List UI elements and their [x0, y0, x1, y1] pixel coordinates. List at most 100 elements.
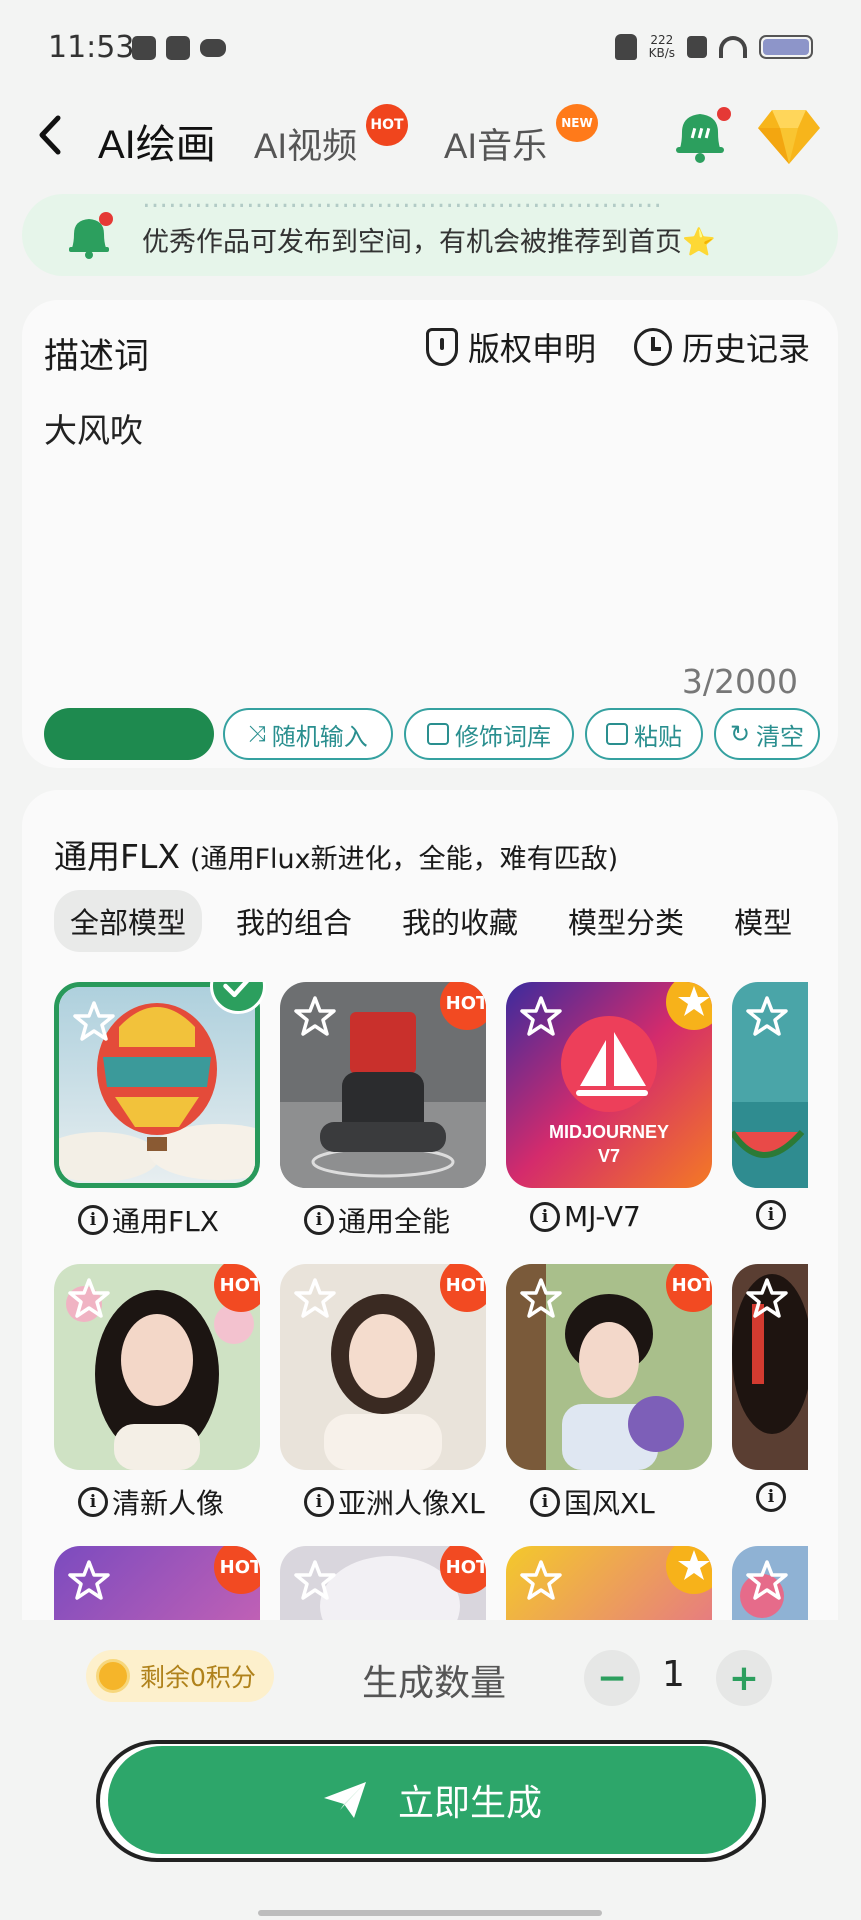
model-caption: i 通用全能 — [280, 1200, 486, 1240]
history-label: 历史记录 — [682, 330, 811, 368]
modifier-library-label: 修饰词库 — [455, 722, 551, 751]
model-thumbnail[interactable]: HOT — [506, 1264, 712, 1470]
model-item-row3-3[interactable] — [506, 1546, 712, 1620]
status-system-icons: 222 KB/s — [614, 34, 813, 60]
model-item-mj[interactable]: MIDJOURNEY V7 i MJ-V7 — [506, 982, 712, 1233]
generate-button-face[interactable]: 立即生成 — [108, 1746, 756, 1854]
star-outline-icon[interactable] — [66, 1276, 112, 1322]
copyright-link[interactable]: 版权申明 — [426, 324, 596, 370]
back-button[interactable] — [28, 110, 78, 160]
model-item-row3-1[interactable]: HOT — [54, 1546, 260, 1620]
info-icon[interactable]: i — [304, 1487, 334, 1517]
modifier-library-button[interactable]: 修饰词库 — [404, 708, 574, 760]
gamepad-icon — [200, 39, 226, 57]
model-item-fresh-portrait[interactable]: HOT i 清新人像 — [54, 1264, 260, 1522]
hot-badge: HOT — [366, 104, 408, 146]
info-icon[interactable]: i — [530, 1487, 560, 1517]
model-item-asian-portrait[interactable]: HOT i 亚洲人像XL — [280, 1264, 486, 1522]
info-icon[interactable]: i — [78, 1487, 108, 1517]
star-outline-icon[interactable] — [71, 999, 117, 1045]
tab-ai-video[interactable]: AI视频 — [254, 118, 357, 169]
model-item-general[interactable]: HOT i 通用全能 — [280, 982, 486, 1240]
mj-logo-line2: V7 — [598, 1146, 620, 1166]
info-icon[interactable]: i — [304, 1205, 334, 1235]
info-icon[interactable]: i — [78, 1205, 108, 1235]
model-thumbnail[interactable]: MIDJOURNEY V7 — [506, 982, 712, 1188]
model-thumbnail[interactable]: HOT — [280, 1546, 486, 1620]
model-label: 亚洲人像XL — [338, 1487, 485, 1520]
mute-icon — [614, 34, 637, 60]
primary-pill-button[interactable] — [44, 708, 214, 760]
model-thumbnail[interactable] — [732, 1546, 808, 1620]
quantity-decrease-button[interactable]: − — [584, 1650, 640, 1706]
info-icon[interactable]: i — [756, 1200, 786, 1230]
tab-my-combos[interactable]: 我的组合 — [220, 890, 368, 952]
prompt-input[interactable]: 大风吹 — [44, 404, 143, 452]
document-icon — [606, 723, 628, 745]
notification-bell-button[interactable] — [668, 102, 732, 166]
model-card: 通用FLX (通用Flux新进化，全能，难有匹敌) 全部模型 我的组合 我的收藏 … — [22, 790, 838, 1620]
star-outline-icon[interactable] — [518, 994, 564, 1040]
star-filled-icon — [678, 986, 710, 1016]
star-outline-icon[interactable] — [744, 1276, 790, 1322]
model-subtitle: (通用Flux新进化，全能，难有匹敌) — [189, 844, 619, 875]
star-outline-icon[interactable] — [744, 994, 790, 1040]
shield-icon — [426, 328, 458, 366]
model-thumbnail[interactable]: HOT — [54, 1546, 260, 1620]
random-input-button[interactable]: ⤨ 随机输入 — [223, 708, 393, 760]
favorite-star-badge — [666, 982, 712, 1030]
star-outline-icon[interactable] — [518, 1558, 564, 1604]
model-thumbnail[interactable]: HOT — [280, 1264, 486, 1470]
clear-label: 清空 — [756, 722, 805, 751]
model-thumbnail[interactable] — [732, 982, 808, 1188]
tab-ai-painting[interactable]: AI绘画 — [98, 112, 216, 170]
top-nav: AI绘画 AI视频 HOT AI音乐 NEW — [0, 100, 861, 195]
tab-ai-music[interactable]: AI音乐 — [444, 118, 547, 169]
favorite-star-badge — [666, 1546, 712, 1594]
star-outline-icon[interactable] — [292, 1558, 338, 1604]
mj-logo-line1: MIDJOURNEY — [549, 1122, 669, 1142]
model-item-row3-2[interactable]: HOT — [280, 1546, 486, 1620]
paste-button[interactable]: 粘贴 — [585, 708, 703, 760]
tab-all-models[interactable]: 全部模型 — [54, 890, 203, 952]
model-item-partial[interactable]: i — [732, 982, 808, 1230]
model-thumbnail[interactable] — [506, 1546, 712, 1620]
notice-banner[interactable]: …………………………………………………… 优秀作品可发布到空间，有机会被推荐到首… — [22, 194, 838, 276]
model-name: 通用FLX — [54, 837, 180, 876]
info-icon[interactable]: i — [756, 1482, 786, 1512]
quantity-increase-button[interactable]: + — [716, 1650, 772, 1706]
model-label: 通用FLX — [112, 1205, 219, 1238]
model-thumbnail[interactable]: HOT — [280, 982, 486, 1188]
star-outline-icon[interactable] — [744, 1558, 790, 1604]
vip-diamond-button[interactable] — [754, 100, 824, 170]
tab-my-favorites[interactable]: 我的收藏 — [386, 890, 534, 952]
tab-model-more[interactable]: 模型 — [718, 890, 808, 952]
model-item-partial-2[interactable]: i — [732, 1264, 808, 1512]
points-label: 剩余0积分 — [140, 1663, 256, 1692]
info-icon[interactable]: i — [530, 1201, 560, 1232]
selected-check-icon — [210, 982, 266, 1014]
generate-button[interactable]: 立即生成 — [96, 1740, 766, 1862]
model-thumbnail[interactable]: HOT — [54, 1264, 260, 1470]
star-outline-icon[interactable] — [292, 994, 338, 1040]
star-outline-icon[interactable] — [292, 1276, 338, 1322]
copyright-label: 版权申明 — [468, 330, 597, 368]
model-item-row3-4[interactable] — [732, 1546, 808, 1620]
clear-button[interactable]: ↻ 清空 — [714, 708, 820, 760]
star-outline-icon[interactable] — [66, 1558, 112, 1604]
notice-text: 优秀作品可发布到空间，有机会被推荐到首页⭐ — [142, 227, 716, 258]
history-link[interactable]: 历史记录 — [634, 324, 810, 370]
shuffle-icon: ⤨ — [248, 721, 266, 747]
model-item-guofeng[interactable]: HOT i 国风XL — [506, 1264, 712, 1522]
model-item-flx[interactable]: i 通用FLX — [54, 982, 266, 1240]
status-notification-icons — [132, 36, 226, 60]
points-badge[interactable]: 剩余0积分 — [86, 1650, 274, 1702]
star-outline-icon[interactable] — [518, 1276, 564, 1322]
minus-icon: − — [596, 1657, 628, 1699]
status-bar: 11:53 222 KB/s — [0, 0, 861, 100]
sim-off-icon — [687, 36, 707, 58]
model-thumbnail[interactable] — [732, 1264, 808, 1470]
home-indicator[interactable] — [258, 1910, 602, 1916]
tab-model-categories[interactable]: 模型分类 — [552, 890, 700, 952]
generate-label: 立即生成 — [397, 1782, 542, 1823]
